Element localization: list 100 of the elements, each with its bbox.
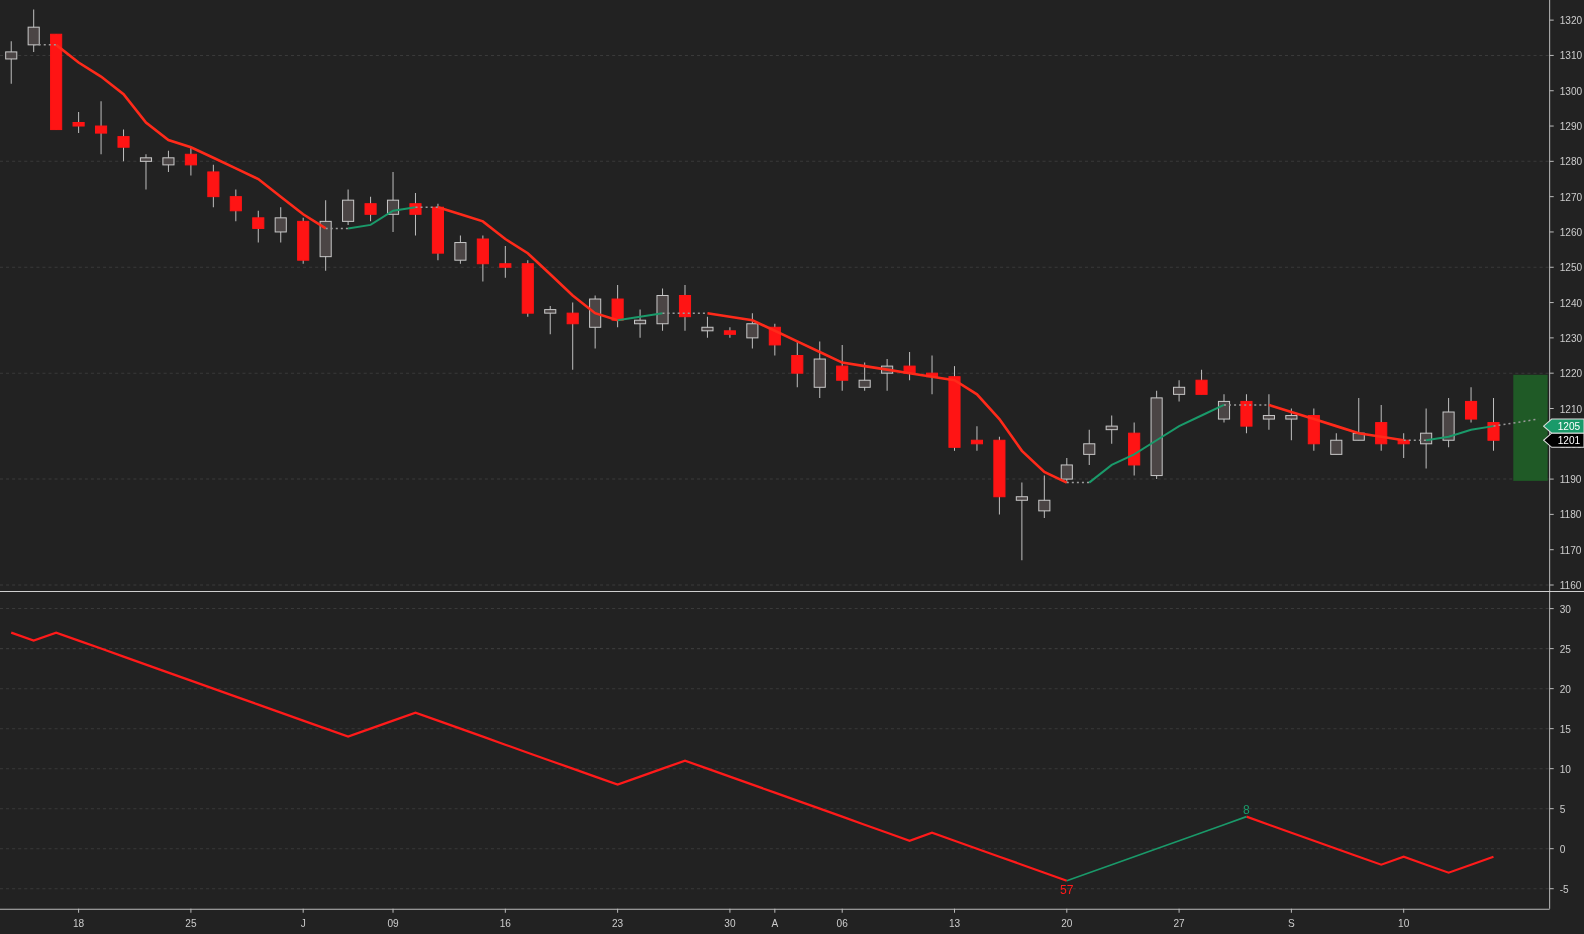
x-axis-label: A xyxy=(771,917,779,929)
y-axis-label: 1210 xyxy=(1559,403,1583,415)
y-axis-label: 1260 xyxy=(1559,227,1583,238)
x-axis-label: 20 xyxy=(1061,917,1073,929)
down-candlestick xyxy=(1307,407,1320,452)
data-label: 8 xyxy=(1243,802,1250,817)
up-candlestick xyxy=(881,358,894,392)
y-axis-label: -5 xyxy=(1559,883,1569,895)
x-axis-label: 27 xyxy=(1173,917,1185,929)
up-candlestick xyxy=(1105,415,1118,445)
x-axis-label: 25 xyxy=(185,917,197,929)
y-axis-label: 1220 xyxy=(1559,368,1583,380)
up-candlestick xyxy=(544,305,557,335)
x-axis-label: 06 xyxy=(836,917,848,929)
up-candlestick xyxy=(454,234,467,265)
x-axis-label: 16 xyxy=(499,917,511,929)
down-candlestick xyxy=(297,217,310,265)
up-candlestick xyxy=(1442,397,1455,448)
y-axis-label: 30 xyxy=(1559,603,1571,615)
y-axis-label: 1240 xyxy=(1559,297,1583,309)
down-candlestick xyxy=(836,344,849,392)
down-candlestick xyxy=(1487,397,1500,452)
down-candlestick xyxy=(521,259,534,318)
y-axis-label: 1300 xyxy=(1559,85,1583,97)
up-candlestick xyxy=(342,189,355,226)
x-axis-label: 18 xyxy=(73,917,85,929)
y-axis-label: 1310 xyxy=(1559,50,1583,62)
up-candlestick xyxy=(1038,475,1051,519)
down-candlestick xyxy=(970,425,983,452)
down-candlestick xyxy=(791,340,804,388)
down-candlestick xyxy=(499,245,512,279)
y-axis-label: 1250 xyxy=(1559,262,1583,274)
up-candlestick xyxy=(858,362,871,392)
up-candlestick xyxy=(1420,407,1433,469)
down-candlestick xyxy=(768,323,781,357)
x-axis-label: 09 xyxy=(387,917,399,929)
x-axis-label: 10 xyxy=(1398,917,1410,929)
y-axis-label: 1180 xyxy=(1559,509,1582,521)
y-axis-label: 1160 xyxy=(1559,580,1582,591)
down-candlestick xyxy=(117,129,130,162)
up-candlestick xyxy=(5,40,18,85)
y-axis-label: 0 xyxy=(1559,843,1566,855)
down-candlestick xyxy=(611,284,624,328)
down-candlestick xyxy=(184,146,197,176)
up-candlestick xyxy=(274,206,287,244)
down-candlestick xyxy=(207,164,220,208)
down-candlestick xyxy=(1375,404,1388,452)
y-axis-label: 10 xyxy=(1559,763,1571,775)
y-axis-label: 20 xyxy=(1559,683,1571,695)
x-axis-label: 30 xyxy=(724,917,736,929)
up-candlestick xyxy=(1060,457,1073,484)
down-candlestick xyxy=(476,234,489,282)
y-axis-label: 15 xyxy=(1559,723,1571,735)
x-axis-label: S xyxy=(1288,917,1295,929)
y-axis-label: 1190 xyxy=(1559,474,1582,486)
data-label: 57 xyxy=(1060,882,1074,897)
up-candlestick xyxy=(386,171,400,233)
down-candlestick xyxy=(1465,386,1478,424)
up-candlestick xyxy=(1262,393,1275,431)
down-candlestick xyxy=(229,189,242,222)
up-candlestick xyxy=(27,9,40,53)
x-axis-label: J xyxy=(300,917,306,929)
up-candlestick xyxy=(589,295,602,349)
down-candlestick xyxy=(95,100,108,155)
y-axis-label: 1270 xyxy=(1559,191,1583,203)
y-axis-label: 5 xyxy=(1559,803,1566,815)
x-axis-label: 13 xyxy=(948,917,961,929)
up-candlestick xyxy=(1285,407,1298,441)
up-candlestick xyxy=(1217,393,1231,424)
down-candlestick xyxy=(678,284,692,332)
y-axis-label: 1230 xyxy=(1559,332,1583,344)
down-candlestick xyxy=(925,355,939,395)
up-candlestick xyxy=(813,340,826,399)
down-candlestick xyxy=(723,326,736,339)
up-candlestick xyxy=(701,316,714,339)
up-candlestick xyxy=(634,309,647,339)
y-axis-label: 1170 xyxy=(1559,544,1582,556)
y-axis-label: 25 xyxy=(1559,643,1571,655)
up-candlestick xyxy=(1083,429,1096,466)
y-axis-label: 1320 xyxy=(1559,15,1583,27)
x-axis-label: 23 xyxy=(612,917,624,929)
up-candlestick xyxy=(1352,397,1365,441)
down-candlestick xyxy=(72,111,85,134)
down-candlestick xyxy=(409,192,422,236)
y-axis-label: 1280 xyxy=(1559,156,1583,168)
up-candlestick xyxy=(139,153,153,191)
down-candlestick xyxy=(431,203,444,261)
up-candlestick xyxy=(162,150,175,173)
down-candlestick xyxy=(566,302,579,371)
down-candlestick xyxy=(252,210,265,244)
up-candlestick xyxy=(1173,379,1186,402)
y-axis-label: 1290 xyxy=(1559,121,1583,133)
up-candlestick xyxy=(656,287,669,332)
down-candlestick xyxy=(1128,422,1141,477)
down-candlestick xyxy=(364,196,377,222)
up-candlestick xyxy=(746,312,759,349)
up-candlestick xyxy=(1330,432,1343,455)
down-candlestick xyxy=(1195,369,1208,395)
down-candlestick xyxy=(1397,432,1410,459)
down-candlestick xyxy=(903,351,916,381)
